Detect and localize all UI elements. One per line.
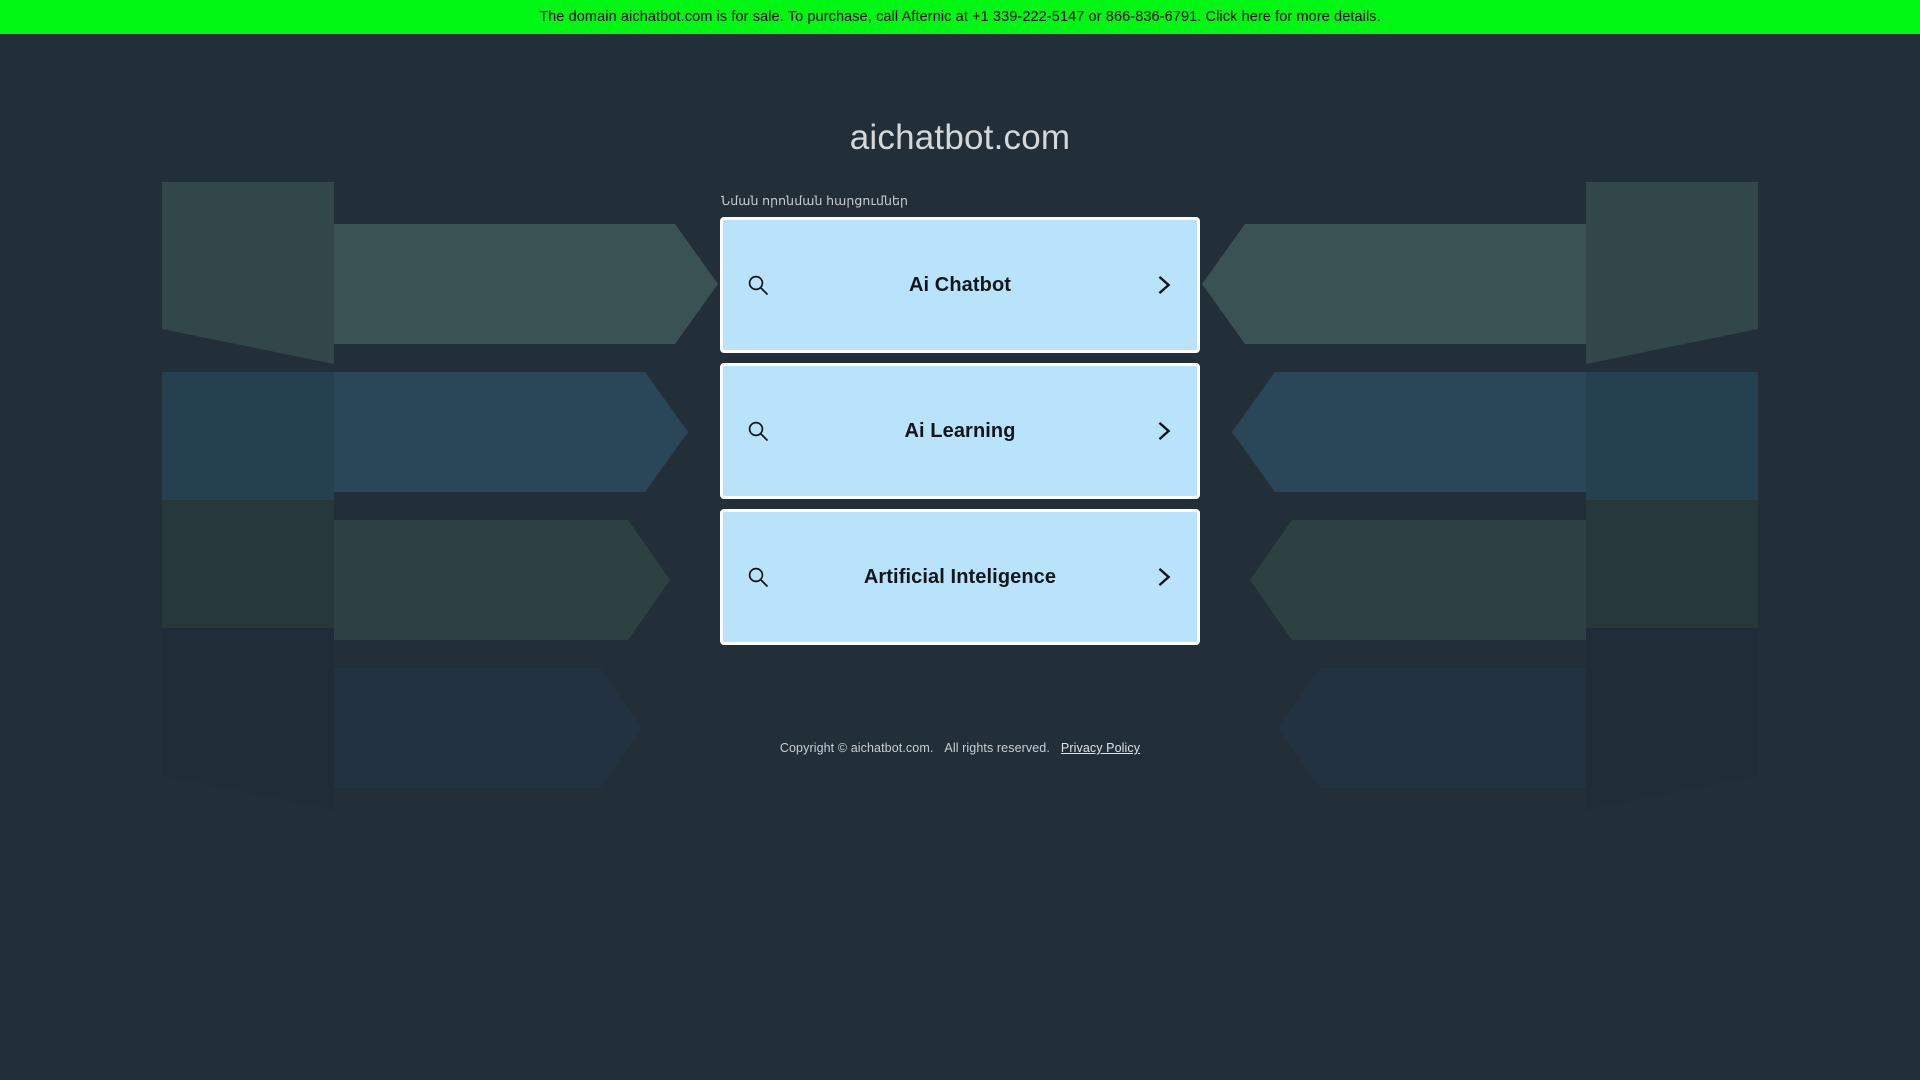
chevron-right-icon	[1158, 567, 1171, 587]
privacy-policy-link[interactable]: Privacy Policy	[1061, 741, 1140, 755]
page-title: aichatbot.com	[849, 118, 1071, 157]
related-searches-label: Նման որոնման հարցումներ	[721, 194, 909, 208]
chevron-right-icon	[1158, 275, 1171, 295]
search-suggestion-label: Artificial Inteligence	[863, 565, 1057, 588]
search-suggestion-label: Ai Learning	[904, 419, 1016, 442]
search-suggestion-card[interactable]: Artificial Inteligence	[720, 509, 1200, 645]
footer: Copyright © aichatbot.com. All rights re…	[780, 741, 1140, 755]
parked-domain-page: aichatbot.com Նման որոնման հարցումներ Ai…	[0, 34, 1920, 1080]
domain-for-sale-banner[interactable]: The domain aichatbot.com is for sale. To…	[0, 0, 1920, 34]
page-content: aichatbot.com Նման որոնման հարցումներ Ai…	[0, 34, 1920, 755]
chevron-right-icon	[1158, 421, 1171, 441]
search-icon	[748, 421, 768, 441]
rights-reserved-text: All rights reserved.	[944, 741, 1050, 755]
domain-for-sale-banner-text: The domain aichatbot.com is for sale. To…	[539, 9, 1381, 25]
search-icon	[748, 567, 768, 587]
search-suggestion-label: Ai Chatbot	[908, 273, 1012, 296]
search-suggestion-card[interactable]: Ai Learning	[720, 363, 1200, 499]
copyright-text: Copyright © aichatbot.com.	[779, 741, 934, 755]
related-searches-block: Նման որոնման հարցումներ Ai Chatbot Ai Le…	[720, 193, 1200, 645]
search-suggestion-card[interactable]: Ai Chatbot	[720, 217, 1200, 353]
search-icon	[748, 275, 768, 295]
